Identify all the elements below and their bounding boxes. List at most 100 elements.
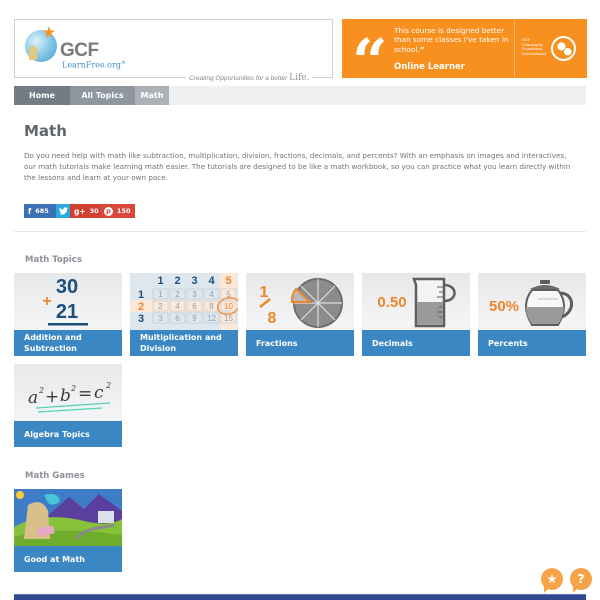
testimonial-banner: “ This course is designed better than so… xyxy=(342,19,587,93)
tile-label: Addition and Subtraction xyxy=(14,330,122,356)
tile-good-at-math[interactable]: Good at Math xyxy=(14,489,122,572)
pizza-fraction-illustration: 1 8 xyxy=(259,278,343,328)
twitter-bird-icon xyxy=(58,207,68,215)
pinterest-icon: p xyxy=(104,206,113,216)
pot-liquid xyxy=(526,307,564,324)
person-logo-icon xyxy=(29,46,37,60)
pinterest-share-button[interactable]: p 150 xyxy=(100,204,135,218)
math-topics-heading: Math Topics xyxy=(25,255,82,265)
footer-bar xyxy=(14,594,586,600)
grid-value: 3 xyxy=(158,314,163,323)
section-divider xyxy=(14,231,586,232)
underline-2 xyxy=(37,407,103,413)
column-header: 1 xyxy=(157,275,163,287)
tile-algebra-topics[interactable]: a 2 + b 2 = c 2 Algebra Topics xyxy=(14,364,122,447)
facebook-count: 685 xyxy=(35,207,49,215)
share-bar: f 685 g+ 30 p 150 xyxy=(24,204,135,218)
pythagorean-equation-illustration: a 2 + b 2 = c 2 xyxy=(28,381,111,413)
coffee-pot-illustration: 50% xyxy=(489,280,573,326)
tile-decimals[interactable]: 0.50 Decimals xyxy=(362,273,470,356)
column-header: 3 xyxy=(191,275,197,287)
addend-top: 30 xyxy=(56,276,78,298)
decimal-value: 0.50 xyxy=(377,294,406,311)
pitcher-liquid xyxy=(417,302,443,325)
fraction-denominator: 8 xyxy=(268,310,277,327)
foundation-line: International xyxy=(522,51,546,56)
open-quote-icon: “ xyxy=(352,25,388,98)
question-icon: ? xyxy=(577,572,585,586)
googleplus-icon: g+ xyxy=(74,206,86,216)
breadcrumb: Home All Topics Math xyxy=(14,86,586,105)
grid-value: 9 xyxy=(192,314,197,323)
testimonial-author: Online Learner xyxy=(394,62,465,72)
addend-bottom: 21 xyxy=(56,301,78,323)
tile-percents[interactable]: 50% Percents xyxy=(478,273,586,356)
testimonial-quote: This course is designed better than some… xyxy=(394,26,509,54)
pitcher-handle xyxy=(443,283,456,303)
grid-value: 3 xyxy=(192,290,197,299)
eq-c-exp: 2 xyxy=(105,381,111,390)
fraction-numerator: 1 xyxy=(260,284,269,301)
tile-label-line: Multiplication and xyxy=(140,333,222,342)
twitter-share-button[interactable] xyxy=(56,204,70,218)
foundation-name: GCF Community Foundation International xyxy=(522,38,546,56)
row-header: 1 xyxy=(138,289,144,301)
eq-equals: = xyxy=(78,384,92,404)
googleplus-count: 30 xyxy=(89,207,99,215)
pot-lid xyxy=(540,280,550,284)
highlight-row xyxy=(130,300,238,312)
tile-label: Decimals xyxy=(362,330,470,356)
eq-a: a xyxy=(28,388,38,408)
logo-subtitle: LearnFree.org® xyxy=(62,60,126,70)
tile-label: Algebra Topics xyxy=(14,421,122,447)
tile-multiplication-division[interactable]: 1 2 3 4 5 1 2 3 1 2 3 4 5 2 4 6 8 10 3 6 9 12 15 Multiplicatio… xyxy=(130,273,238,356)
favorite-button[interactable]: ★ xyxy=(541,568,563,590)
grid-value: 8 xyxy=(209,302,214,311)
grid-value: 15 xyxy=(224,314,233,323)
intro-paragraph: Do you need help with math like subtract… xyxy=(24,151,571,182)
column-header: 4 xyxy=(208,275,215,287)
tile-label: Multiplication and Division xyxy=(130,330,238,356)
facebook-icon: f xyxy=(28,206,32,216)
grid-value: 2 xyxy=(158,302,163,311)
eq-b-exp: 2 xyxy=(70,384,76,393)
percent-value: 50% xyxy=(489,298,519,315)
tile-label: Percents xyxy=(478,330,586,356)
grid-value: 10 xyxy=(224,302,233,311)
game-scene-illustration xyxy=(14,489,122,546)
breadcrumb-all-topics[interactable]: All Topics xyxy=(70,86,135,105)
logo-brand: GCF xyxy=(60,40,99,61)
grid-value: 12 xyxy=(207,314,216,323)
tile-label-line: Addition and xyxy=(24,333,82,342)
help-button[interactable]: ? xyxy=(570,568,592,590)
tile-fractions[interactable]: 1 8 Fractions xyxy=(246,273,354,356)
grid-value: 4 xyxy=(175,302,180,311)
tile-label-line: Subtraction xyxy=(24,344,77,353)
breadcrumb-math[interactable]: Math xyxy=(135,86,169,105)
eq-a-exp: 2 xyxy=(38,386,44,395)
multiplication-table-illustration: 1 2 3 4 51231 2 3 4 52 4 6 8 103 6 9 12 15 xyxy=(130,273,238,330)
tile-addition-subtraction[interactable]: 30 + 21 Addition and Subtraction xyxy=(14,273,122,356)
page-title: Math xyxy=(24,122,67,140)
grid-value: 6 xyxy=(192,302,197,311)
divider xyxy=(514,19,515,78)
googleplus-share-button[interactable]: g+ 30 xyxy=(70,204,100,218)
tile-label: Fractions xyxy=(246,330,354,356)
eq-plus: + xyxy=(45,387,59,407)
gcf-logo-box[interactable]: GCF LearnFree.org® xyxy=(14,19,333,78)
sum-line xyxy=(48,323,88,326)
facebook-share-button[interactable]: f 685 xyxy=(24,204,56,218)
grid-value: 1 xyxy=(158,290,163,299)
building xyxy=(98,511,114,523)
sun xyxy=(16,491,24,499)
pinterest-count: 150 xyxy=(117,207,131,215)
tagline: Creating Opportunities for a better Life… xyxy=(186,73,313,83)
world-globe-icon xyxy=(551,36,576,61)
eq-c: c xyxy=(94,383,104,403)
tile-label-line: Division xyxy=(140,344,177,353)
math-games-heading: Math Games xyxy=(25,471,85,481)
breadcrumb-home[interactable]: Home xyxy=(14,86,70,105)
eq-b: b xyxy=(60,386,71,406)
pot-top xyxy=(530,285,560,289)
grid-value: 2 xyxy=(175,290,180,299)
